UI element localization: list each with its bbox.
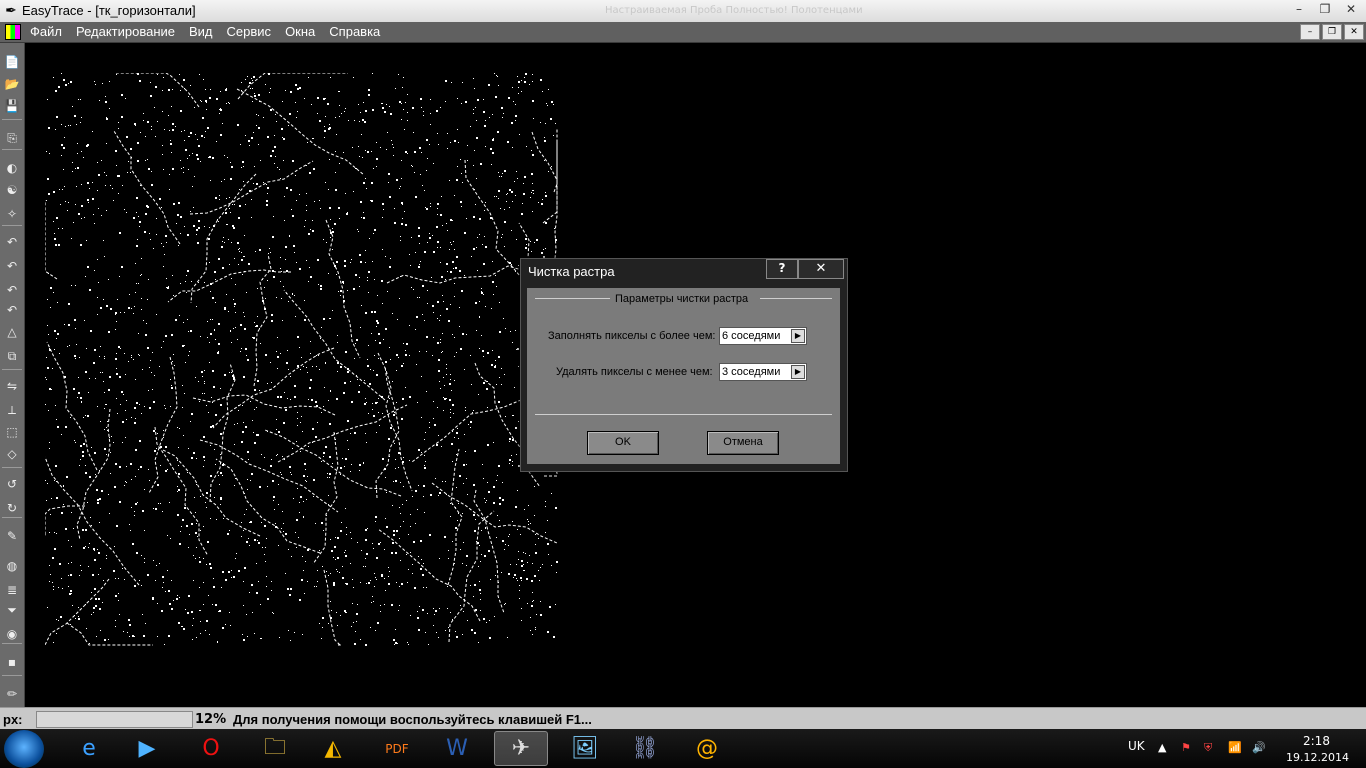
toolbar-separator: [2, 643, 22, 644]
security-icon[interactable]: ⛨: [1204, 741, 1212, 755]
undo-icon[interactable]: ↺: [3, 475, 21, 493]
image-viewer-icon[interactable]: 🖼: [558, 731, 612, 766]
dropdown-arrow-icon[interactable]: ▶: [791, 365, 805, 379]
menu-view[interactable]: Вид: [189, 23, 213, 41]
new-file-icon[interactable]: 📄: [3, 53, 21, 71]
flag-icon[interactable]: ⚑: [1181, 741, 1191, 754]
triangle-icon[interactable]: △: [3, 323, 21, 341]
pencil-icon[interactable]: ✏: [3, 685, 21, 703]
app-pen-icon: ✒: [5, 3, 17, 19]
fill-neighbors-value: 6 соседями: [722, 330, 781, 342]
status-bar: px: 12% Для получения помощи воспользуйт…: [0, 707, 1366, 730]
left-toolbar: 📄 📂 💾 ⎘ ◐ ☯ ✧ ↶ ↶ ↶ ↶ △ ⧉ ⇋ ⟂ ⬚ ◇ ↺ ↻ ✎ ◍ ≣ ⏷ ◉ ▪ ✏: [0, 43, 25, 707]
start-button[interactable]: [4, 730, 44, 768]
doc-close-button[interactable]: ✕: [1344, 24, 1364, 40]
doc-restore-button[interactable]: ❐: [1322, 24, 1342, 40]
ok-button[interactable]: OK: [587, 431, 659, 455]
mail-agent-icon[interactable]: @: [680, 731, 734, 766]
coordinate-label: px:: [3, 712, 23, 727]
opera-icon[interactable]: O: [184, 731, 238, 766]
clock-date[interactable]: 19.12.2014: [1286, 751, 1349, 764]
menu-edit[interactable]: Редактирование: [76, 23, 175, 41]
media-player-icon[interactable]: ▶: [120, 731, 174, 766]
dialog-close-button[interactable]: ✕: [798, 259, 844, 279]
dialog-help-button[interactable]: ?: [766, 259, 798, 279]
brush-icon[interactable]: ✎: [3, 527, 21, 545]
minimize-button[interactable]: –: [1288, 0, 1310, 18]
file-explorer-icon[interactable]: 🗀: [248, 731, 302, 766]
volume-icon[interactable]: 🔊: [1252, 741, 1266, 754]
resize-icon[interactable]: ⬚: [3, 423, 21, 441]
pixel-icon[interactable]: ▪: [3, 653, 21, 671]
menu-file[interactable]: Файл: [30, 23, 62, 41]
flip-icon[interactable]: ⇋: [3, 377, 21, 395]
cancel-button[interactable]: Отмена: [707, 431, 779, 455]
redo-icon[interactable]: ↻: [3, 499, 21, 517]
group-divider: [535, 298, 610, 299]
raster-cleaning-dialog: Чистка растра ? ✕ Параметры чистки растр…: [520, 258, 848, 472]
toolbar-separator: [2, 369, 22, 370]
open-folder-icon[interactable]: 📂: [3, 75, 21, 93]
remove-neighbors-value: 3 соседями: [722, 366, 781, 378]
paper-plane-icon[interactable]: ✈: [494, 731, 548, 766]
group-divider: [760, 298, 832, 299]
remove-pixels-label: Удалять пикселы с менее чем:: [556, 366, 713, 378]
group-title: Параметры чистки растра: [615, 293, 749, 305]
menu-help[interactable]: Справка: [329, 23, 380, 41]
mirror-icon[interactable]: ⟂: [3, 401, 21, 419]
window-title-bar: ✒ EasyTrace - [тк_горизонтали] Настраива…: [0, 0, 1366, 23]
layers-icon[interactable]: ≣: [3, 581, 21, 599]
restore-button[interactable]: ❐: [1314, 0, 1336, 18]
circle-half-icon[interactable]: ◐: [3, 159, 21, 177]
coordinate-field: [36, 711, 193, 728]
network-tool-icon[interactable]: ⛓: [618, 731, 672, 766]
footer-divider: [535, 414, 832, 415]
fill-icon[interactable]: ◍: [3, 557, 21, 575]
word-icon[interactable]: W: [430, 731, 484, 766]
rotate-270-icon[interactable]: ↶: [3, 281, 21, 299]
dialog-title: Чистка растра: [528, 264, 615, 279]
easytrace-icon[interactable]: ◭: [306, 731, 360, 766]
dropdown-arrow-icon[interactable]: ▶: [791, 329, 805, 343]
toolbar-separator: [2, 119, 22, 120]
network-icon[interactable]: 📶: [1228, 741, 1242, 754]
save-icon[interactable]: 💾: [3, 97, 21, 115]
document-system-menu-icon[interactable]: [5, 24, 21, 40]
crop-icon[interactable]: ⧉: [3, 347, 21, 365]
fill-neighbors-select[interactable]: 6 соседями ▶: [719, 327, 807, 345]
close-button[interactable]: ✕: [1340, 0, 1362, 18]
toolbar-separator: [2, 675, 22, 676]
menu-windows[interactable]: Окна: [285, 23, 315, 41]
raster-image: [45, 73, 558, 646]
window-title: EasyTrace - [тк_горизонтали]: [22, 3, 196, 18]
toolbar-separator: [2, 149, 22, 150]
windows-taskbar: e ▶ O 🗀 ◭ PDF W ✈ 🖼 ⛓ @ UK ▲ ⚑ ⛨ 📶 🔊 2:18 19.12.20…: [0, 729, 1366, 768]
menu-service[interactable]: Сервис: [227, 23, 272, 41]
zoom-level: 12%: [195, 712, 227, 727]
background-window-title: Настраиваемая Проба Полностью! Полотенца…: [605, 5, 863, 16]
toolbar-separator: [2, 467, 22, 468]
rotate-90-icon[interactable]: ↶: [3, 233, 21, 251]
rotate-180-icon[interactable]: ↶: [3, 257, 21, 275]
dialog-body: Параметры чистки растра Заполнять пиксел…: [527, 288, 840, 464]
internet-explorer-icon[interactable]: e: [62, 731, 116, 766]
fill-pixels-label: Заполнять пикселы с более чем:: [548, 330, 716, 342]
yin-yang-icon[interactable]: ☯: [3, 181, 21, 199]
drop-icon[interactable]: ◉: [3, 625, 21, 643]
menu-bar: Файл Редактирование Вид Сервис Окна Спра…: [0, 22, 1366, 43]
filter-icon[interactable]: ⏷: [3, 601, 21, 619]
rotate-custom-icon[interactable]: ↶: [3, 301, 21, 319]
transform-icon[interactable]: ◇: [3, 445, 21, 463]
pdf-icon[interactable]: PDF: [370, 731, 424, 766]
status-message: Для получения помощи воспользуйтесь клав…: [233, 712, 592, 727]
toolbar-separator: [2, 517, 22, 518]
remove-neighbors-select[interactable]: 3 соседями ▶: [719, 363, 807, 381]
doc-minimize-button[interactable]: –: [1300, 24, 1320, 40]
magic-wand-icon[interactable]: ✧: [3, 205, 21, 223]
tray-expand-icon[interactable]: ▲: [1158, 741, 1166, 754]
clock-time[interactable]: 2:18: [1303, 734, 1330, 748]
toolbar-separator: [2, 225, 22, 226]
language-indicator[interactable]: UK: [1128, 739, 1145, 753]
copy-icon[interactable]: ⎘: [3, 129, 21, 147]
